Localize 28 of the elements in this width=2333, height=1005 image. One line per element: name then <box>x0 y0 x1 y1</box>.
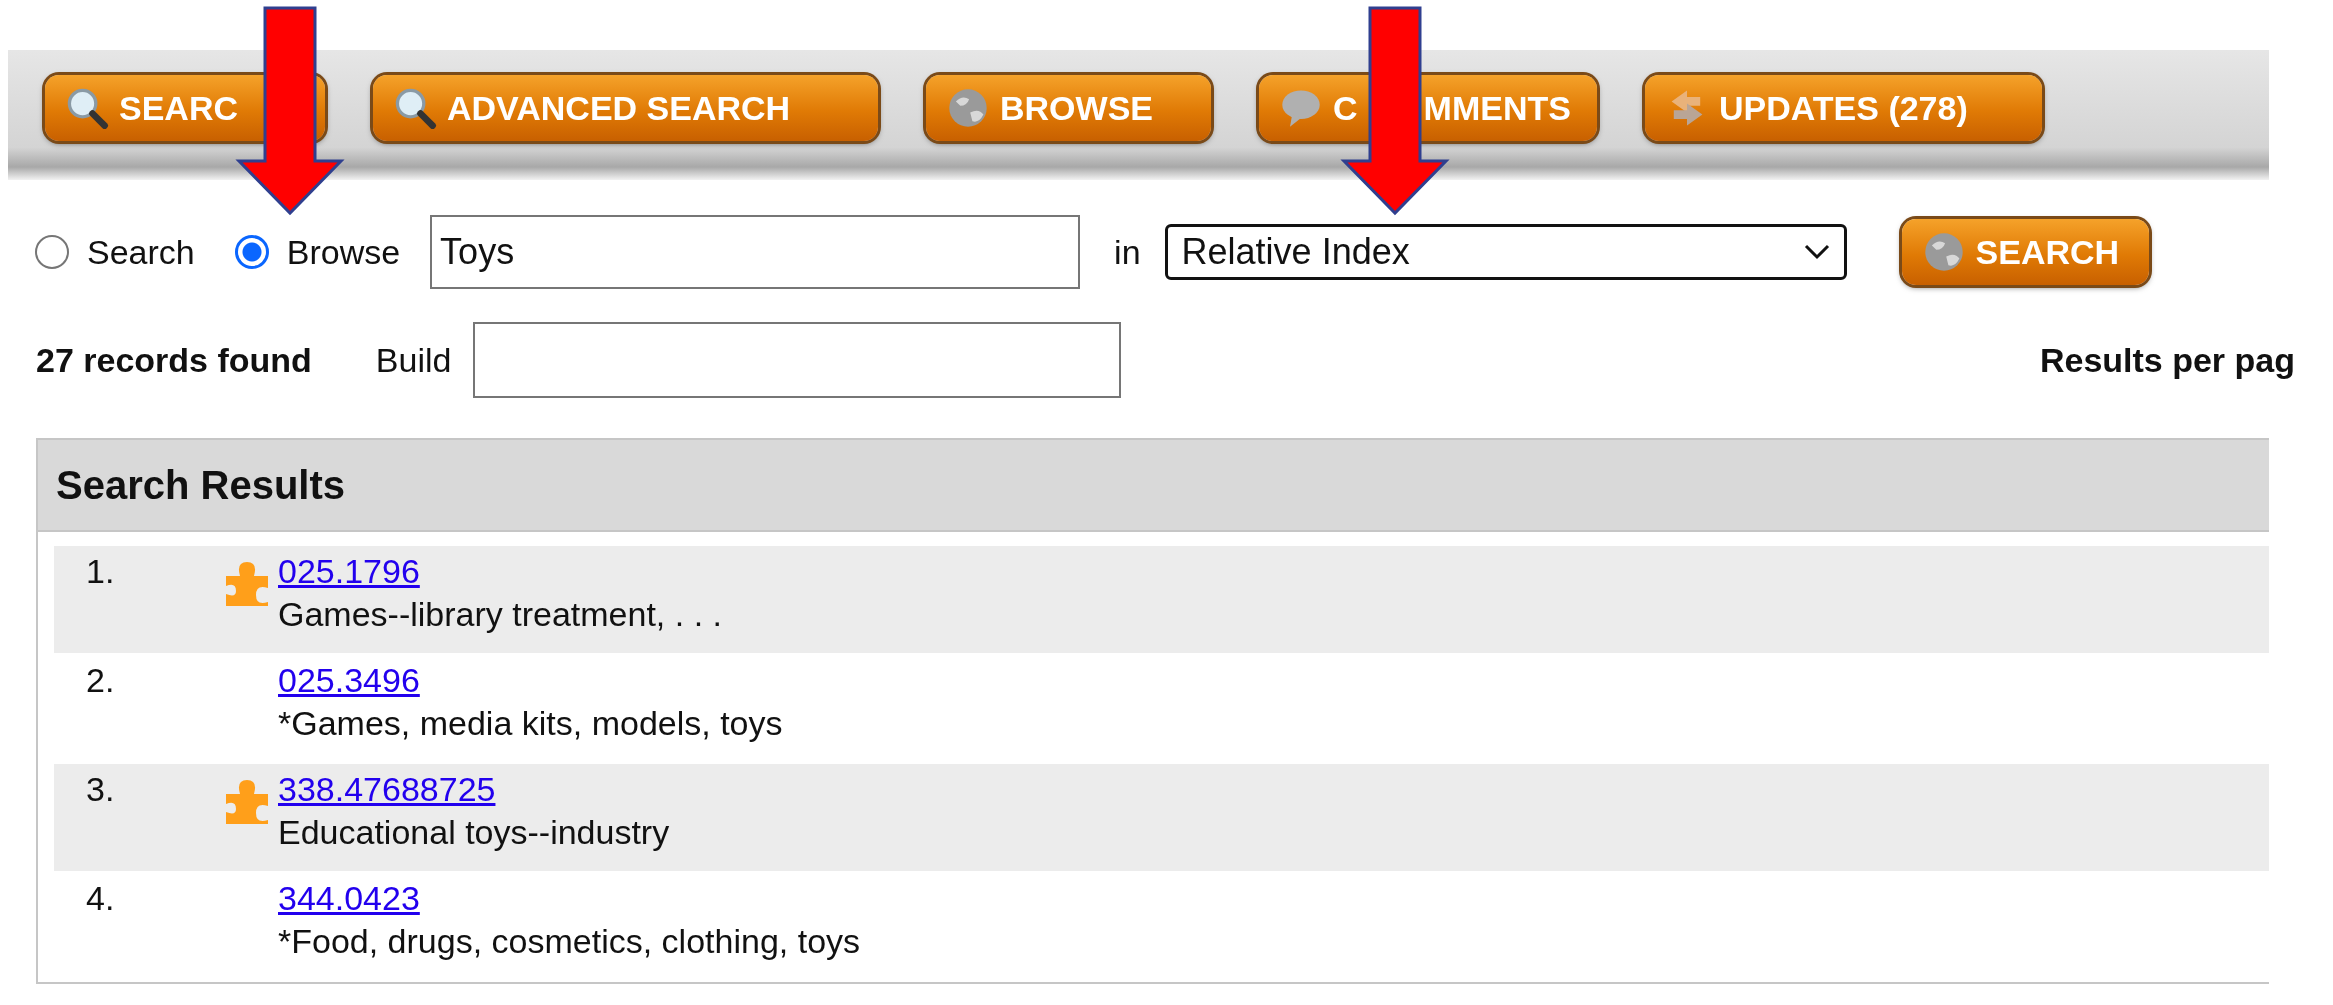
search-icon <box>393 86 437 130</box>
result-description: *Games, media kits, models, toys <box>278 704 783 743</box>
class-number-link[interactable]: 025.3496 <box>278 661 420 700</box>
class-number-link[interactable]: 338.47688725 <box>278 770 496 809</box>
row-number: 1. <box>85 552 116 592</box>
row-number: 4. <box>85 879 116 919</box>
class-number-link[interactable]: 025.1796 <box>278 552 420 591</box>
result-description: *Food, drugs, cosmetics, clothing, toys <box>278 922 861 961</box>
radio-button[interactable] <box>35 235 69 269</box>
record-count: 27 records found <box>36 340 312 380</box>
result-description: Games--library treatment, . . . <box>278 595 722 634</box>
build-field[interactable] <box>473 322 1122 398</box>
row-number: 2. <box>85 661 116 701</box>
panel-title: Search Results <box>38 440 2269 532</box>
result-description: Educational toys--industry <box>278 813 670 852</box>
radio-button[interactable] <box>234 235 269 269</box>
build-label: Build <box>375 340 452 380</box>
globe-icon <box>946 86 990 130</box>
search-icon <box>65 86 109 130</box>
radio-option[interactable]: Browse <box>234 232 401 272</box>
row-number: 3. <box>85 770 116 810</box>
caret-icon <box>1803 244 1830 260</box>
class-number-link[interactable]: 344.0423 <box>278 879 420 918</box>
radio-option[interactable]: Search <box>35 232 195 272</box>
search-field[interactable]: Toys <box>430 215 1081 289</box>
results-per-page-label: Results per pag <box>2039 340 2295 380</box>
in-label: in <box>1114 232 1141 272</box>
scope-dropdown[interactable]: Relative Index <box>1164 224 1847 280</box>
